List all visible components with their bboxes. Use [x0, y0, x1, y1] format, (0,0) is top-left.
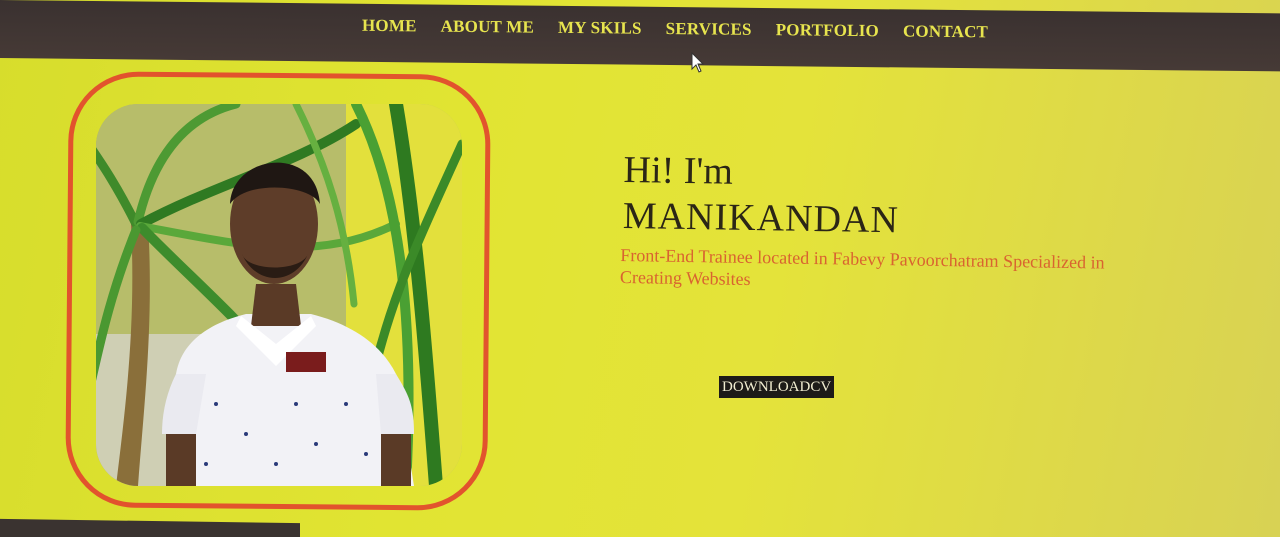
nav-portfolio-link[interactable]: PORTFOLIO: [776, 20, 879, 41]
nav-home-link[interactable]: HOME: [362, 16, 417, 37]
profile-photo-illustration: [96, 104, 462, 486]
nav-contact-link[interactable]: CONTACT: [903, 21, 988, 42]
mouse-pointer-icon: [691, 52, 705, 73]
portfolio-page: HOME ABOUT ME MY SKILS SERVICES PORTFOLI…: [0, 0, 1280, 537]
download-cv-button[interactable]: DOWNLOADCV: [719, 376, 835, 398]
hero-intro: Hi! I'm MANIKANDAN Front-End Trainee loc…: [619, 146, 1184, 297]
hero-greeting: Hi! I'm: [623, 148, 734, 193]
bottom-edge-strip: [0, 518, 300, 537]
nav-services-link[interactable]: SERVICES: [666, 19, 752, 40]
nav-about-link[interactable]: ABOUT ME: [441, 17, 534, 38]
top-navigation-bar: HOME ABOUT ME MY SKILS SERVICES PORTFOLI…: [0, 0, 1280, 72]
main-nav: HOME ABOUT ME MY SKILS SERVICES PORTFOLI…: [362, 16, 988, 43]
nav-skills-link[interactable]: MY SKILS: [558, 18, 642, 39]
hero-name: MANIKANDAN: [622, 194, 900, 242]
hero-tagline: Front-End Trainee located in Fabevy Pavo…: [619, 244, 1105, 290]
profile-photo: [96, 104, 462, 486]
